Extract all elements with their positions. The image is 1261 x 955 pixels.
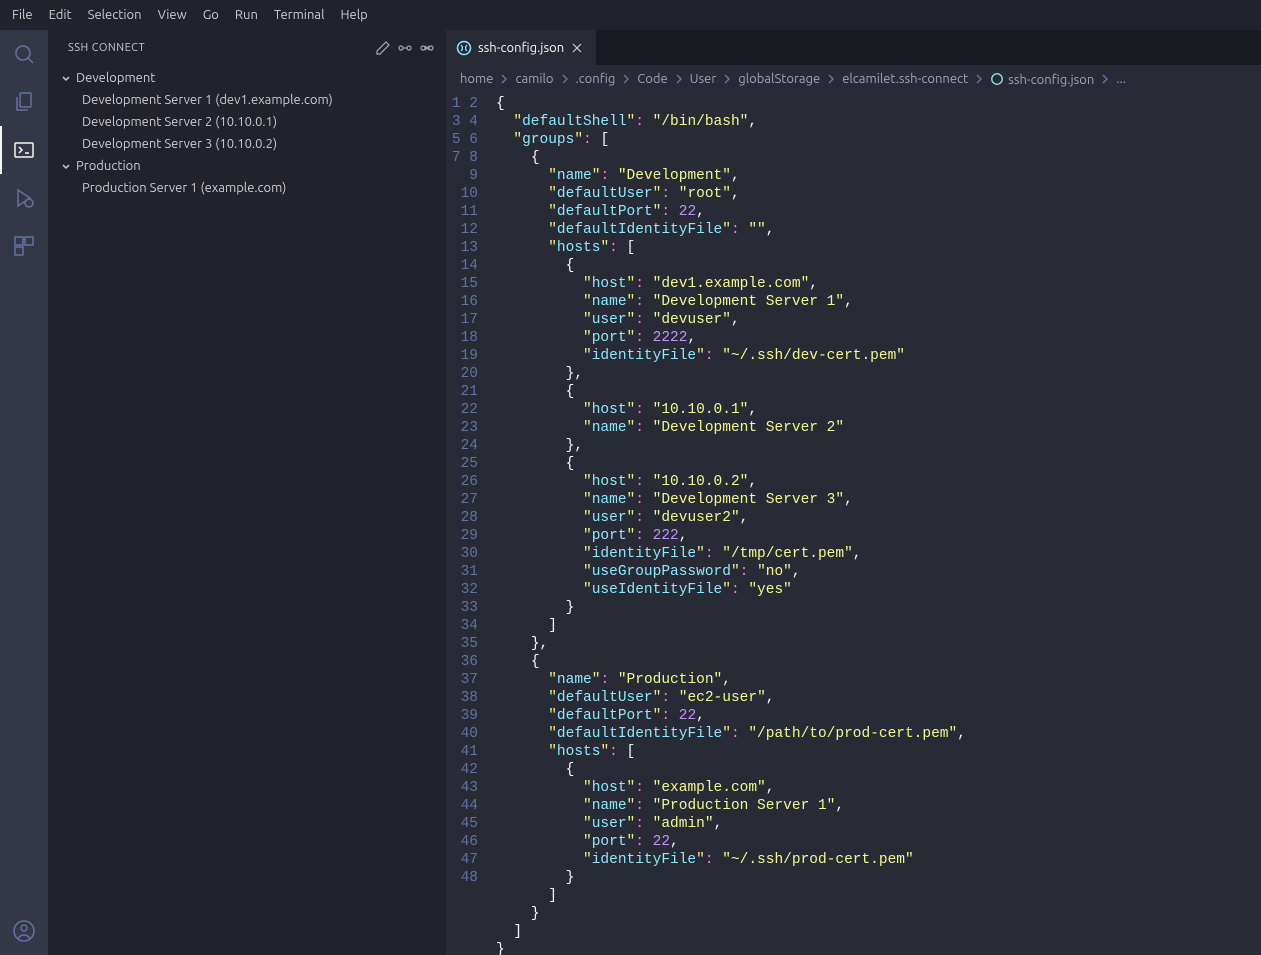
breadcrumb-segment[interactable]: home	[460, 72, 493, 86]
editor-area: ssh-config.json home camilo .config Code Use…	[446, 30, 1261, 955]
breadcrumb-segment[interactable]: .config	[576, 72, 616, 86]
breadcrumb-segment[interactable]: globalStorage	[738, 72, 820, 86]
connect-icon[interactable]	[394, 37, 416, 59]
tree-group-production[interactable]: Production	[48, 155, 446, 177]
ssh-connect-icon[interactable]	[0, 126, 48, 174]
chevron-right-icon	[1098, 72, 1112, 86]
tree-item[interactable]: Development Server 2 (10.10.0.1)	[48, 111, 446, 133]
code-content[interactable]: { "defaultShell": "/bin/bash", "groups":…	[496, 93, 1261, 955]
menu-selection[interactable]: Selection	[80, 0, 150, 30]
chevron-right-icon	[558, 72, 572, 86]
menu-edit[interactable]: Edit	[41, 0, 80, 30]
breadcrumb-segment[interactable]: ssh-config.json	[990, 72, 1094, 87]
chevron-right-icon	[672, 72, 686, 86]
menu-file[interactable]: File	[4, 0, 41, 30]
line-gutter: 1 2 3 4 5 6 7 8 9 10 11 12 13 14 15 16 1…	[446, 93, 496, 955]
sidebar: SSH CONNECT Development Development Serve…	[48, 30, 446, 955]
tree-item[interactable]: Production Server 1 (example.com)	[48, 177, 446, 199]
accounts-icon[interactable]	[0, 907, 48, 955]
menu-terminal[interactable]: Terminal	[266, 0, 333, 30]
explorer-icon[interactable]	[0, 30, 48, 78]
chevron-down-icon	[58, 70, 74, 86]
sidebar-title: SSH CONNECT	[68, 42, 372, 54]
activity-bar	[0, 30, 48, 955]
menubar: FileEditSelectionViewGoRunTerminalHelp	[0, 0, 1261, 30]
chevron-right-icon	[972, 72, 986, 86]
breadcrumb-segment[interactable]: elcamilet.ssh-connect	[842, 72, 968, 86]
run-debug-icon[interactable]	[0, 174, 48, 222]
chevron-right-icon	[824, 72, 838, 86]
tree-item[interactable]: Development Server 1 (dev1.example.com)	[48, 89, 446, 111]
tab-label: ssh-config.json	[478, 41, 564, 55]
chevron-right-icon	[720, 72, 734, 86]
sidebar-header: SSH CONNECT	[48, 30, 446, 65]
breadcrumb-segment[interactable]: Code	[637, 72, 667, 86]
code-editor[interactable]: 1 2 3 4 5 6 7 8 9 10 11 12 13 14 15 16 1…	[446, 93, 1261, 955]
breadcrumbs: home camilo .config Code User globalStorage el…	[446, 65, 1261, 93]
tab-ssh-config[interactable]: ssh-config.json	[446, 30, 597, 65]
tree-group-label: Development	[76, 71, 155, 85]
menu-view[interactable]: View	[150, 0, 195, 30]
json-file-icon	[456, 40, 472, 56]
main: SSH CONNECT Development Development Serve…	[0, 30, 1261, 955]
tree-group-label: Production	[76, 159, 141, 173]
menu-help[interactable]: Help	[332, 0, 375, 30]
files-icon[interactable]	[0, 78, 48, 126]
disconnect-icon[interactable]	[416, 37, 438, 59]
edit-icon[interactable]	[372, 37, 394, 59]
chevron-down-icon	[58, 158, 74, 174]
chevron-right-icon	[497, 72, 511, 86]
menu-go[interactable]: Go	[195, 0, 227, 30]
close-icon[interactable]	[570, 41, 586, 55]
chevron-right-icon	[619, 72, 633, 86]
ssh-tree: Development Development Server 1 (dev1.ex…	[48, 65, 446, 199]
breadcrumb-segment[interactable]: User	[690, 72, 717, 86]
breadcrumb-segment[interactable]: ...	[1116, 72, 1126, 86]
tab-bar: ssh-config.json	[446, 30, 1261, 65]
menu-run[interactable]: Run	[227, 0, 266, 30]
tree-group-development[interactable]: Development	[48, 67, 446, 89]
extensions-icon[interactable]	[0, 222, 48, 270]
breadcrumb-segment[interactable]: camilo	[515, 72, 553, 86]
tree-item[interactable]: Development Server 3 (10.10.0.2)	[48, 133, 446, 155]
